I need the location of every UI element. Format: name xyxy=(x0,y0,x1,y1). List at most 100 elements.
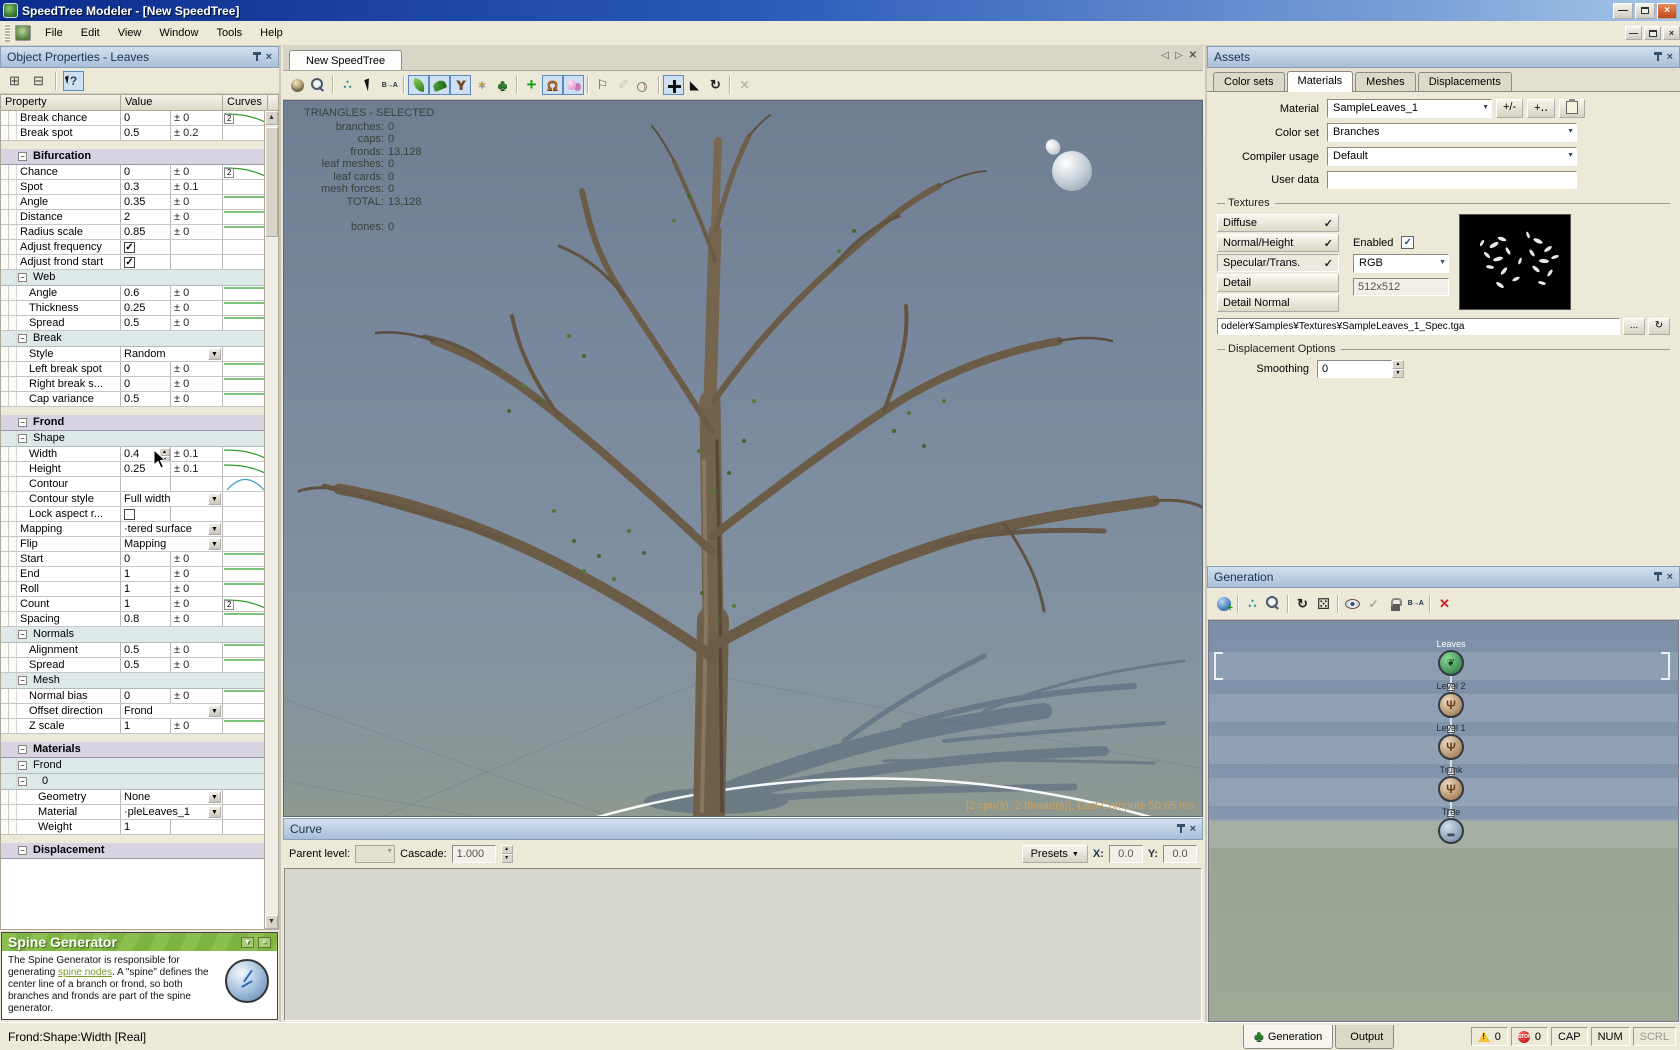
delete-node-icon[interactable] xyxy=(734,75,755,95)
texture-path-field[interactable]: odeler¥Samples¥Textures¥SampleLeaves_1_S… xyxy=(1217,318,1620,335)
dropdown-arrow-icon[interactable]: ▼ xyxy=(208,791,221,803)
checkbox[interactable] xyxy=(124,242,135,253)
property-row[interactable]: −Count 1▲▼▼ ± 0 2 xyxy=(1,597,264,612)
cascade-field[interactable]: 1.000 xyxy=(452,845,496,863)
checkbox[interactable] xyxy=(124,509,135,520)
property-variance[interactable]: ± 0 xyxy=(171,225,223,239)
property-row[interactable]: −End 1▲▼▼ ± 0 xyxy=(1,567,264,582)
property-value[interactable]: 0.85▲▼▼ xyxy=(121,225,171,239)
recompute-icon[interactable] xyxy=(1292,594,1313,614)
add-generator-icon[interactable] xyxy=(1213,594,1234,614)
property-value[interactable]: Frond▲▼▼ xyxy=(121,704,223,718)
property-row[interactable]: −Offset direction Frond▲▼▼ xyxy=(1,704,264,719)
property-variance[interactable] xyxy=(171,507,223,521)
property-row[interactable]: −Radius scale 0.85▲▼▼ ± 0 xyxy=(1,225,264,240)
property-value[interactable]: ▲▼▼ xyxy=(121,477,171,491)
add-node-icon[interactable] xyxy=(521,75,542,95)
menu-item[interactable]: View xyxy=(109,24,151,42)
document-icon[interactable] xyxy=(15,25,31,41)
generator-node-icon[interactable] xyxy=(1438,776,1464,802)
error-counter[interactable]: STOP0 xyxy=(1511,1027,1548,1046)
property-row[interactable]: −Weight 1▲▼▼ xyxy=(1,820,264,835)
property-value[interactable]: 1▲▼▼ xyxy=(121,719,171,733)
show-graph-icon[interactable] xyxy=(1242,594,1263,614)
assets-tab[interactable]: Meshes xyxy=(1355,72,1416,91)
curve-cell[interactable] xyxy=(223,126,264,140)
curve-cell[interactable] xyxy=(223,492,264,506)
collapse-icon[interactable]: − xyxy=(18,334,27,343)
collapse-icon[interactable]: − xyxy=(18,418,27,427)
property-row[interactable]: −Normal bias 0▲▼▼ ± 0 xyxy=(1,689,264,704)
lock-node-icon[interactable] xyxy=(1384,594,1405,614)
warning-counter[interactable]: 0 xyxy=(1471,1027,1508,1046)
curve-cell[interactable] xyxy=(223,643,264,657)
pin-icon[interactable] xyxy=(1653,52,1663,62)
grid-scrollbar[interactable]: ▲ ▼ xyxy=(264,111,278,929)
generator-node[interactable]: Level 1 xyxy=(1409,723,1493,760)
property-variance[interactable]: ± 0 xyxy=(171,362,223,376)
show-forces-icon[interactable] xyxy=(471,75,492,95)
delete-generator-icon[interactable] xyxy=(1434,594,1455,614)
assets-tab[interactable]: Materials xyxy=(1287,71,1354,92)
next-tab-icon[interactable]: ▷ xyxy=(1175,50,1183,61)
property-row[interactable]: −Right break s... 0▲▼▼ ± 0 xyxy=(1,377,264,392)
property-variance[interactable]: ± 0 xyxy=(171,111,223,125)
close-icon[interactable]: × xyxy=(1667,52,1673,62)
generator-node[interactable]: Level 2 xyxy=(1409,681,1493,718)
curve-cell[interactable] xyxy=(223,210,264,224)
curve-cell[interactable]: 2 xyxy=(223,111,264,125)
compiler-usage-dropdown[interactable]: Default xyxy=(1327,147,1577,166)
property-value[interactable]: 0.35▲▼▼ xyxy=(121,195,171,209)
generator-node[interactable]: Leaves xyxy=(1409,639,1493,676)
dock-tab[interactable]: Generation xyxy=(1243,1025,1333,1049)
curve-cell[interactable] xyxy=(223,180,264,194)
randomize-icon[interactable] xyxy=(1313,594,1334,614)
collapse-icon[interactable]: − xyxy=(18,630,27,639)
property-row[interactable]: −Start 0▲▼▼ ± 0 xyxy=(1,552,264,567)
property-row[interactable]: −Break spot 0.5▲▼▼ ± 0.2 xyxy=(1,126,264,141)
show-fronds-icon[interactable] xyxy=(429,75,450,95)
curve-cell[interactable] xyxy=(223,612,264,626)
rename-node-icon[interactable] xyxy=(1405,594,1426,614)
parent-level-dropdown[interactable] xyxy=(355,845,395,863)
curve-cell[interactable] xyxy=(223,362,264,376)
help-menu-icon[interactable]: ≡ xyxy=(258,937,271,948)
property-row[interactable]: − ▲▼▼ xyxy=(1,734,264,742)
property-variance[interactable]: ± 0 xyxy=(171,552,223,566)
zoom-tool-icon[interactable] xyxy=(308,75,329,95)
property-row[interactable]: −Spread 0.5▲▼▼ ± 0 xyxy=(1,658,264,673)
property-value[interactable]: 0▲▼▼ xyxy=(121,689,171,703)
property-row[interactable]: −Bifurcation ▲▼▼ xyxy=(1,149,264,165)
collapse-all-icon[interactable] xyxy=(28,71,49,91)
curve-cell[interactable] xyxy=(223,805,264,819)
property-variance[interactable]: ± 0 xyxy=(171,165,223,179)
property-row[interactable]: −Contour style Full width▲▼▼ xyxy=(1,492,264,507)
assets-tab[interactable]: Color sets xyxy=(1213,72,1285,91)
property-row[interactable]: −Distance 2▲▼▼ ± 0 xyxy=(1,210,264,225)
property-value[interactable]: 0▲▼▼ xyxy=(121,552,171,566)
property-row[interactable]: −Mesh ▲▼▼ xyxy=(1,673,264,689)
property-variance[interactable]: ± 0 xyxy=(171,210,223,224)
dropdown-arrow-icon[interactable]: ▼ xyxy=(208,348,221,360)
rename-tool-icon[interactable] xyxy=(379,75,400,95)
property-row[interactable]: −Displacement ▲▼▼ xyxy=(1,843,264,859)
property-row[interactable]: −Width 0.4▲▼▼ ± 0.1 xyxy=(1,447,264,462)
generator-node-icon[interactable] xyxy=(1438,818,1464,844)
property-row[interactable]: −Web ▲▼▼ xyxy=(1,270,264,286)
property-row[interactable]: −Spot 0.3▲▼▼ ± 0.1 xyxy=(1,180,264,195)
curve-cell[interactable] xyxy=(223,537,264,551)
curve-cell[interactable] xyxy=(223,316,264,330)
cascade-spinner[interactable]: ▲▼ xyxy=(501,845,513,863)
prev-tab-icon[interactable]: ◁ xyxy=(1161,50,1169,61)
document-tab[interactable]: New SpeedTree xyxy=(289,50,402,70)
child-minimize-button[interactable]: — xyxy=(1625,26,1642,40)
rotate-tool-icon[interactable] xyxy=(705,75,726,95)
close-icon[interactable]: × xyxy=(266,52,272,62)
generator-node-icon[interactable] xyxy=(1438,650,1464,676)
property-row[interactable]: −Style Random▲▼▼ xyxy=(1,347,264,362)
property-row[interactable]: −0 ▲▼▼ xyxy=(1,774,264,790)
menu-item[interactable]: Edit xyxy=(72,24,109,42)
visibility-icon[interactable] xyxy=(1342,594,1363,614)
move-tool-icon[interactable] xyxy=(663,75,684,95)
property-row[interactable]: − ▲▼▼ xyxy=(1,407,264,415)
